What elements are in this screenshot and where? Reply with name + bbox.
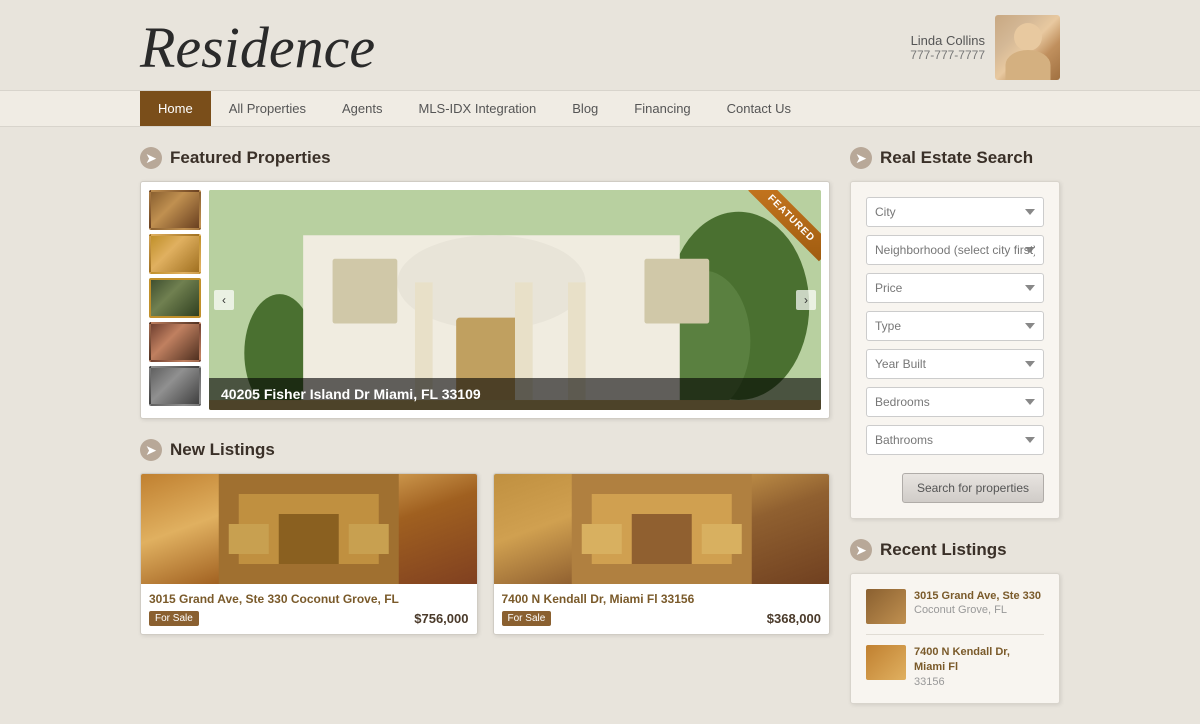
featured-container: FEATURED ‹ › 40205 Fisher Island Dr Miam… [140, 181, 830, 419]
photo-prev-btn[interactable]: ‹ [214, 290, 234, 310]
right-column: ➤ Real Estate Search City Neighborhood (… [850, 147, 1060, 704]
featured-ribbon-wrap: FEATURED [741, 190, 821, 270]
nav-item-home[interactable]: Home [140, 91, 211, 126]
photo-next-btn[interactable]: › [796, 290, 816, 310]
nav-item-agents[interactable]: Agents [324, 91, 400, 126]
search-arrow-icon: ➤ [850, 147, 872, 169]
listing-price-2: $368,000 [767, 611, 821, 626]
header: Residence Linda Collins 777-777-7777 [0, 0, 1200, 90]
recent-city-2: 33156 [914, 676, 1044, 688]
recent-item-1[interactable]: 3015 Grand Ave, Ste 330 Coconut Grove, F… [866, 589, 1044, 635]
search-button[interactable]: Search for properties [902, 473, 1044, 503]
type-select[interactable]: Type [866, 311, 1044, 341]
recent-info-1: 3015 Grand Ave, Ste 330 Coconut Grove, F… [914, 589, 1041, 624]
nav-item-financing[interactable]: Financing [616, 91, 708, 126]
nav-item-mls[interactable]: MLS-IDX Integration [400, 91, 554, 126]
nav-item-blog[interactable]: Blog [554, 91, 616, 126]
logo[interactable]: Residence [140, 19, 375, 77]
listing-info-1: 3015 Grand Ave, Ste 330 Coconut Grove, F… [141, 584, 477, 634]
recent-info-2: 7400 N Kendall Dr, Miami Fl 33156 [914, 645, 1044, 688]
new-listings-title: New Listings [170, 440, 275, 460]
thumbnail-list [149, 190, 201, 410]
thumb-2[interactable] [149, 234, 201, 274]
nav: Home All Properties Agents MLS-IDX Integ… [0, 90, 1200, 127]
featured-header: ➤ Featured Properties [140, 147, 830, 169]
thumb-3[interactable] [149, 278, 201, 318]
agent-info: Linda Collins 777-777-7777 [910, 15, 1060, 80]
recent-item-2[interactable]: 7400 N Kendall Dr, Miami Fl 33156 [866, 645, 1044, 688]
year-built-select[interactable]: Year Built [866, 349, 1044, 379]
featured-title: Featured Properties [170, 148, 331, 168]
listing-card-2[interactable]: 7400 N Kendall Dr, Miami Fl 33156 For Sa… [493, 473, 831, 635]
bathrooms-select[interactable]: Bathrooms [866, 425, 1044, 455]
agent-name: Linda Collins [910, 33, 985, 48]
nav-item-all-properties[interactable]: All Properties [211, 91, 324, 126]
left-column: ➤ Featured Properties [140, 147, 830, 704]
recent-title: Recent Listings [880, 540, 1007, 560]
listing-card-1[interactable]: 3015 Grand Ave, Ste 330 Coconut Grove, F… [140, 473, 478, 635]
agent-phone: 777-777-7777 [910, 48, 985, 62]
recent-addr-1: 3015 Grand Ave, Ste 330 [914, 589, 1041, 604]
agent-photo [995, 15, 1060, 80]
search-panel: City Neighborhood (select city first) Pr… [850, 181, 1060, 519]
recent-panel: 3015 Grand Ave, Ste 330 Coconut Grove, F… [850, 573, 1060, 704]
search-header: ➤ Real Estate Search [850, 147, 1060, 169]
recent-city-1: Coconut Grove, FL [914, 604, 1041, 616]
agent-details: Linda Collins 777-777-7777 [910, 33, 985, 62]
price-select[interactable]: Price [866, 273, 1044, 303]
listing-meta-1: For Sale $756,000 [149, 611, 469, 626]
recent-thumb-2 [866, 645, 906, 680]
new-listings-grid: 3015 Grand Ave, Ste 330 Coconut Grove, F… [140, 473, 830, 635]
listing-photo-1 [141, 474, 477, 584]
main-content: ➤ Featured Properties [0, 127, 1200, 724]
listing-price-1: $756,000 [414, 611, 468, 626]
neighborhood-select[interactable]: Neighborhood (select city first) [866, 235, 1044, 265]
listing-status-1: For Sale [149, 611, 199, 626]
new-listings-arrow-icon: ➤ [140, 439, 162, 461]
thumb-1[interactable] [149, 190, 201, 230]
listing-info-2: 7400 N Kendall Dr, Miami Fl 33156 For Sa… [494, 584, 830, 634]
recent-thumb-1 [866, 589, 906, 624]
recent-arrow-icon: ➤ [850, 539, 872, 561]
recent-header: ➤ Recent Listings [850, 539, 1060, 561]
thumb-4[interactable] [149, 322, 201, 362]
bedrooms-select[interactable]: Bedrooms [866, 387, 1044, 417]
listing-meta-2: For Sale $368,000 [502, 611, 822, 626]
thumb-5[interactable] [149, 366, 201, 406]
listing-address-1: 3015 Grand Ave, Ste 330 Coconut Grove, F… [149, 592, 469, 606]
city-select[interactable]: City [866, 197, 1044, 227]
photo-caption: 40205 Fisher Island Dr Miami, FL 33109 [209, 378, 821, 410]
featured-arrow-icon: ➤ [140, 147, 162, 169]
listing-address-2: 7400 N Kendall Dr, Miami Fl 33156 [502, 592, 822, 606]
listing-status-2: For Sale [502, 611, 552, 626]
search-title: Real Estate Search [880, 148, 1033, 168]
listing-photo-2 [494, 474, 830, 584]
main-featured-photo[interactable]: FEATURED ‹ › 40205 Fisher Island Dr Miam… [209, 190, 821, 410]
new-listings-header: ➤ New Listings [140, 439, 830, 461]
nav-item-contact[interactable]: Contact Us [709, 91, 809, 126]
featured-ribbon: FEATURED [748, 190, 821, 261]
